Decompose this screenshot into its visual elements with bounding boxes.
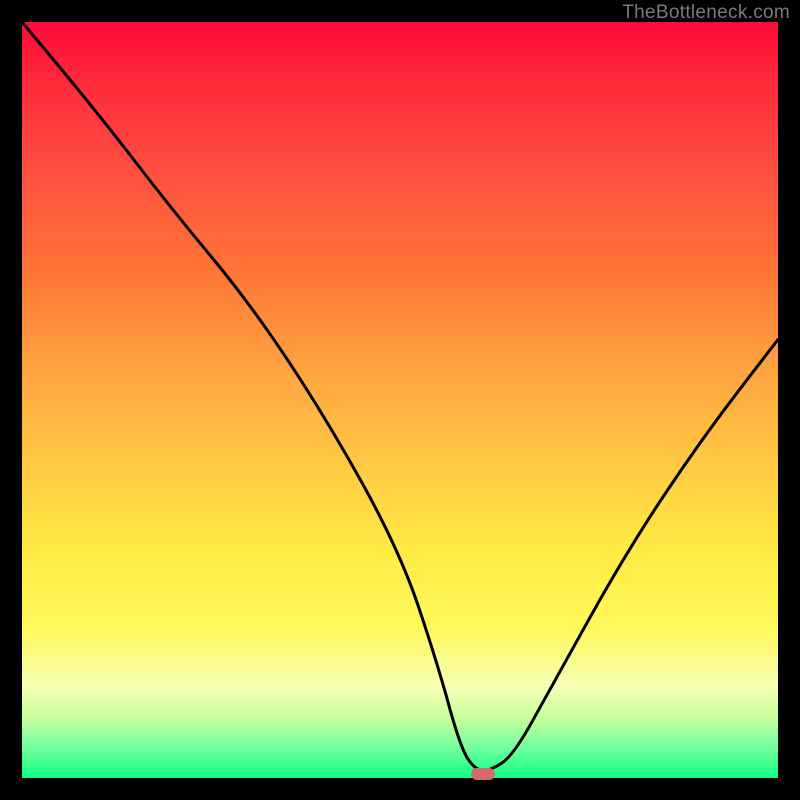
watermark-text: TheBottleneck.com — [622, 2, 790, 24]
curve-svg — [22, 22, 778, 778]
chart-container: TheBottleneck.com — [0, 0, 800, 800]
plot-area — [22, 22, 778, 778]
bottleneck-curve — [22, 22, 778, 770]
optimal-marker — [471, 768, 495, 780]
